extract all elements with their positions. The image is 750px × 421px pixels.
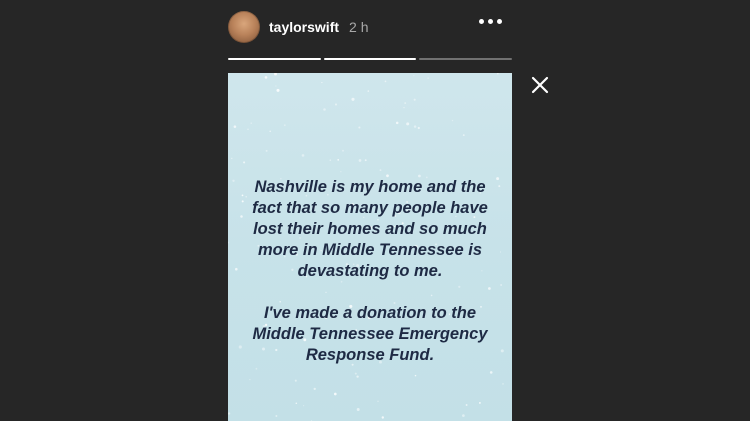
snow-speck <box>502 383 504 385</box>
snow-speck <box>367 90 370 92</box>
snow-speck <box>243 161 246 164</box>
snow-speck <box>427 77 429 79</box>
snow-speck <box>238 345 242 349</box>
snow-speck <box>313 387 316 391</box>
snow-speck <box>329 159 332 161</box>
snow-speck <box>381 416 384 419</box>
snow-speck <box>247 128 249 130</box>
story-card[interactable]: Nashville is my home and the fact that s… <box>228 73 512 421</box>
snow-speck <box>333 392 337 396</box>
snow-speck <box>462 414 465 417</box>
snow-speck <box>478 401 481 404</box>
avatar[interactable] <box>228 11 260 43</box>
progress-segment-1[interactable] <box>228 58 321 60</box>
progress-fill <box>228 58 321 60</box>
snow-speck <box>379 169 382 171</box>
snow-speck <box>413 125 417 128</box>
snow-speck <box>404 102 407 105</box>
snow-speck <box>403 107 405 109</box>
snow-speck <box>337 159 340 161</box>
snow-speck <box>413 98 416 101</box>
snow-speck <box>358 159 362 162</box>
snow-speck <box>417 126 420 130</box>
snow-speck <box>358 126 361 129</box>
snow-speck <box>232 179 235 182</box>
snow-speck <box>377 400 379 402</box>
dot <box>497 19 502 24</box>
story-paragraph-2: I've made a donation to the Middle Tenne… <box>252 304 488 364</box>
snow-speck <box>228 412 231 415</box>
snow-speck <box>406 122 410 126</box>
snow-speck <box>342 149 344 152</box>
snow-speck <box>498 185 501 188</box>
story-header: taylorswift 2 h <box>228 11 512 43</box>
snow-speck <box>235 267 238 271</box>
snow-speck <box>364 159 367 162</box>
snow-speck <box>334 103 338 106</box>
snow-speck <box>351 97 355 101</box>
snow-speck <box>250 122 252 124</box>
dot <box>488 19 493 24</box>
post-time: 2 h <box>349 19 369 35</box>
snow-speck <box>274 73 277 76</box>
story-paragraph-1: Nashville is my home and the fact that s… <box>252 178 488 280</box>
snow-speck <box>465 404 468 406</box>
snow-speck <box>228 241 229 244</box>
username[interactable]: taylorswift <box>269 19 339 35</box>
snow-speck <box>496 177 500 181</box>
close-icon[interactable] <box>528 73 552 97</box>
dot <box>479 19 484 24</box>
snow-speck <box>395 121 399 125</box>
progress-segment-3[interactable] <box>419 58 513 60</box>
progress-segment-2[interactable] <box>323 58 417 60</box>
snow-speck <box>500 349 504 353</box>
snow-speck <box>265 149 268 152</box>
snow-speck <box>384 80 387 83</box>
snow-speck <box>295 402 298 404</box>
snow-speck <box>451 119 454 122</box>
snow-speck <box>303 405 305 407</box>
story-progress <box>228 58 513 61</box>
snow-speck <box>323 108 326 111</box>
snow-speck <box>275 85 277 87</box>
snow-speck <box>340 171 342 173</box>
snow-speck <box>499 251 502 253</box>
snow-speck <box>356 408 360 411</box>
snow-speck <box>496 73 499 75</box>
more-options-icon[interactable] <box>479 19 502 24</box>
story-text: Nashville is my home and the fact that s… <box>244 177 496 387</box>
progress-fill <box>323 58 417 60</box>
snow-speck <box>462 134 465 136</box>
snow-speck <box>275 415 278 417</box>
snow-speck <box>264 76 268 79</box>
snow-speck <box>321 82 323 84</box>
snow-speck <box>413 75 415 77</box>
snow-speck <box>240 215 243 218</box>
snow-speck <box>500 284 502 286</box>
snow-speck <box>269 130 271 133</box>
snow-speck <box>301 154 305 157</box>
snow-speck <box>233 125 237 128</box>
story-viewer: taylorswift 2 h Nashville is my home and… <box>0 0 750 421</box>
snow-speck <box>231 157 233 160</box>
snow-speck <box>276 88 280 92</box>
